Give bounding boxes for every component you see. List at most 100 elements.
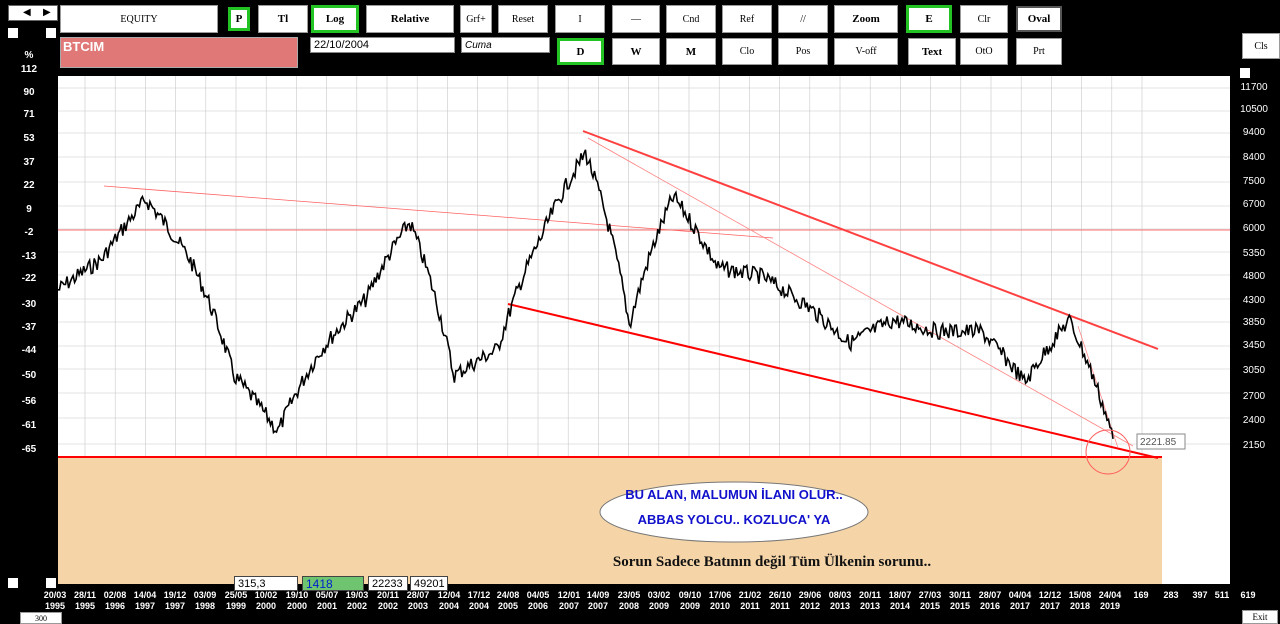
x-tick-year: 2018	[1069, 601, 1091, 611]
x-axis-tick: 19/12 1997	[158, 590, 192, 612]
x-axis-tick: 28/11 1995	[68, 590, 102, 612]
left-axis-tick: 90	[23, 87, 35, 98]
x-tick-date: 25/05	[224, 590, 248, 600]
x-tick-date: 12/04	[437, 590, 461, 600]
left-axis-tick: 112	[20, 64, 38, 75]
equity-button[interactable]: EQUITY	[60, 5, 218, 33]
right-axis-tick: 4300	[1242, 295, 1266, 306]
x-axis-tick: 20/03 1995	[38, 590, 72, 612]
footer-annotation: Sorun Sadece Batının değil Tüm Ülkenin s…	[613, 553, 931, 570]
status-value-1: 315,3	[234, 576, 298, 591]
daily-button[interactable]: D	[557, 38, 604, 65]
p-button[interactable]: P	[228, 7, 250, 31]
corner-square	[46, 28, 56, 38]
parallel-lines-button[interactable]: //	[778, 5, 828, 33]
monthly-button[interactable]: M	[666, 38, 716, 65]
x-axis-tick: 18/07 2014	[883, 590, 917, 612]
text-button[interactable]: Text	[908, 38, 956, 65]
x-axis-tick: 02/08 1996	[98, 590, 132, 612]
x-axis-tick: 19/10 2000	[280, 590, 314, 612]
x-tick-year: 2013	[829, 601, 851, 611]
zoom-button[interactable]: Zoom	[834, 5, 898, 33]
annotation-line-1: BU ALAN, MALUMUN İLANI OLUR..	[625, 487, 843, 502]
x-tick-date: 15/08	[1068, 590, 1092, 600]
x-axis-tick: 169	[1124, 590, 1158, 601]
ref-button[interactable]: Ref	[722, 5, 772, 33]
x-tick-date: 18/07	[888, 590, 912, 600]
x-axis-tick: 10/02 2000	[249, 590, 283, 612]
left-axis-tick: 9	[26, 204, 32, 215]
x-tick-year: 2009	[679, 601, 701, 611]
x-tick-year: 2006	[527, 601, 549, 611]
x-tick-year: 1995	[74, 601, 96, 611]
price-chart[interactable]: 2221.85 BU ALAN, MALUMUN İLANI OLUR.. AB…	[58, 76, 1230, 584]
corner-square	[1240, 68, 1250, 78]
graph-plus-button[interactable]: Grf+	[460, 5, 492, 33]
date-field[interactable]: 22/10/2004	[310, 37, 455, 53]
bottom-left-button[interactable]: 300	[20, 612, 62, 624]
x-axis-tick: 05/07 2001	[310, 590, 344, 612]
scroll-control[interactable]: ◀ ▶	[8, 5, 58, 21]
right-axis-tick: 8400	[1242, 152, 1266, 163]
corner-square	[46, 578, 56, 588]
right-axis-tick: 7500	[1242, 176, 1266, 187]
x-tick-year: 1995	[44, 601, 66, 611]
day-field[interactable]: Cuma	[461, 37, 550, 53]
vertical-line-button[interactable]: I	[555, 5, 605, 33]
x-axis-tick: 04/04 2017	[1003, 590, 1037, 612]
x-tick-year: 2005	[497, 601, 519, 611]
right-axis-tick: 2400	[1242, 415, 1266, 426]
status-value-4: 49201	[410, 576, 448, 591]
oval-button[interactable]: Oval	[1016, 6, 1062, 32]
e-button[interactable]: E	[906, 5, 952, 33]
volume-off-button[interactable]: V-off	[834, 38, 898, 65]
tl-button[interactable]: Tl	[258, 5, 308, 33]
x-tick-date: 28/11	[73, 590, 97, 600]
x-axis-tick: 15/08 2018	[1063, 590, 1097, 612]
x-tick-year: 2014	[889, 601, 911, 611]
candle-button[interactable]: Cnd	[666, 5, 716, 33]
x-axis-tick: 28/07 2016	[973, 590, 1007, 612]
x-axis-tick: 14/04 1997	[128, 590, 162, 612]
x-tick-year: 2003	[407, 601, 429, 611]
scroll-right-icon[interactable]: ▶	[43, 7, 51, 18]
x-tick-date: 04/04	[1008, 590, 1032, 600]
x-tick-date: 29/06	[798, 590, 822, 600]
cls-button[interactable]: Cls	[1242, 33, 1280, 59]
x-axis-tick: 28/07 2003	[401, 590, 435, 612]
relative-button[interactable]: Relative	[366, 5, 454, 33]
x-tick-year: 2000	[286, 601, 308, 611]
x-tick-year: 1996	[104, 601, 126, 611]
scroll-left-icon[interactable]: ◀	[23, 7, 31, 18]
x-axis-tick: 20/11 2013	[853, 590, 887, 612]
x-tick-date: 20/11	[376, 590, 400, 600]
reset-button[interactable]: Reset	[498, 5, 548, 33]
x-tick-year: 2019	[1099, 601, 1121, 611]
x-tick-date: 30/11	[948, 590, 972, 600]
horizontal-line-button[interactable]: —	[612, 5, 660, 33]
x-tick-year: 2015	[949, 601, 971, 611]
x-axis-tick: 21/02 2011	[733, 590, 767, 612]
x-tick-date: 17/06	[708, 590, 732, 600]
oto-button[interactable]: OtO	[960, 38, 1008, 65]
left-axis-tick: -65	[21, 444, 37, 455]
position-button[interactable]: Pos	[778, 38, 828, 65]
weekly-button[interactable]: W	[612, 38, 660, 65]
left-axis-tick: -22	[21, 273, 37, 284]
x-tick-year: 1997	[164, 601, 186, 611]
status-value-3: 22233	[368, 576, 408, 591]
x-tick-date: 20/03	[43, 590, 67, 600]
x-tick-date: 10/02	[254, 590, 278, 600]
status-value-2: 1418	[302, 576, 364, 591]
log-button[interactable]: Log	[311, 5, 359, 33]
close-price-button[interactable]: Clo	[722, 38, 772, 65]
exit-button[interactable]: Exit	[1242, 610, 1278, 624]
x-tick-date: 20/11	[858, 590, 882, 600]
annotation-line-2: ABBAS YOLCU.. KOZLUCA' YA	[638, 512, 831, 527]
x-tick-year: 2011	[770, 601, 790, 611]
clear-button[interactable]: Clr	[960, 5, 1008, 33]
x-tick-year: 1997	[134, 601, 156, 611]
left-axis-tick: -37	[21, 322, 37, 333]
print-button[interactable]: Prt	[1016, 38, 1062, 65]
x-tick-year: 2009	[648, 601, 670, 611]
